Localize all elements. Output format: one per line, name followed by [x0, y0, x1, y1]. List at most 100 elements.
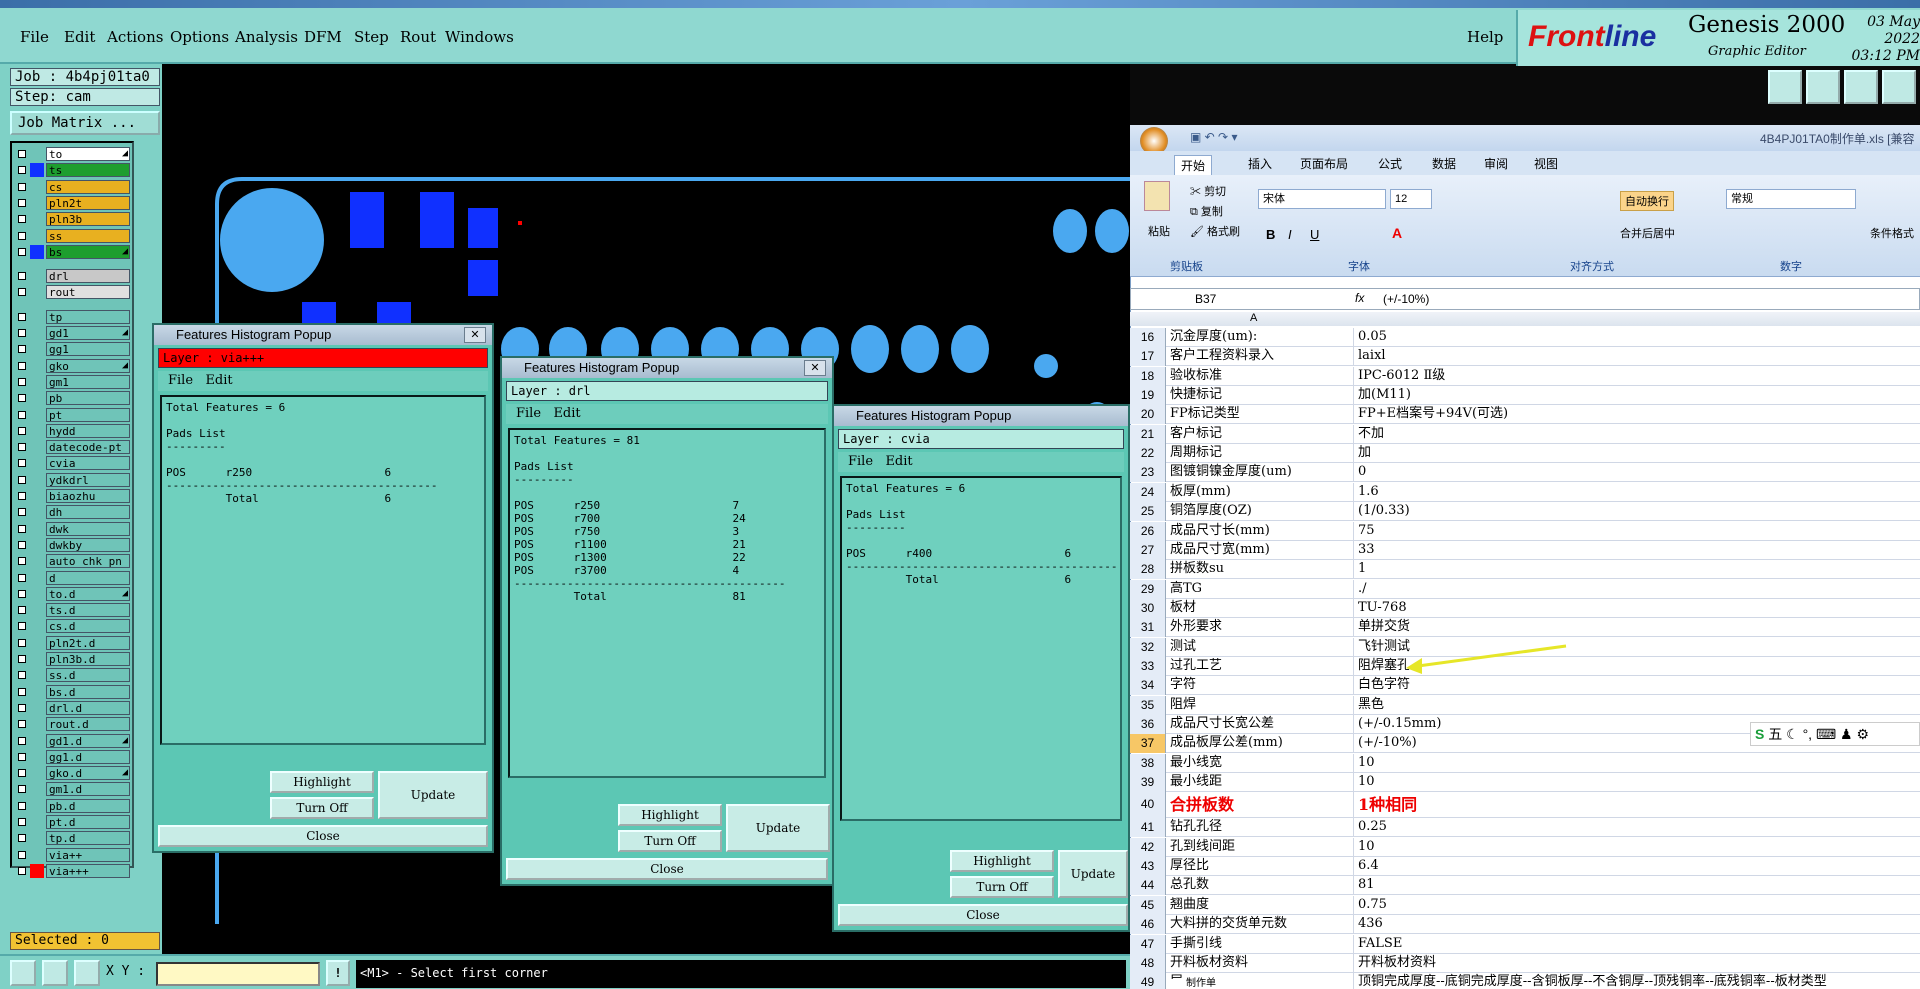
layer-checkbox[interactable]	[18, 638, 26, 647]
sheet-row[interactable]: 20 FP标记类型 FP+E档案号+94V(可选)	[1130, 405, 1920, 425]
layer-checkbox[interactable]	[18, 288, 26, 297]
popup-titlebar[interactable]: Features Histogram Popup ✕	[154, 325, 492, 345]
popup-menu-edit[interactable]: Edit	[205, 373, 232, 388]
layer-checkbox[interactable]	[18, 377, 26, 386]
cell-b[interactable]: ./	[1358, 580, 1918, 598]
row-number[interactable]: 21	[1130, 424, 1166, 444]
layer-name[interactable]: pln2t.d	[46, 635, 130, 650]
layer-row[interactable]: dwkby	[14, 537, 132, 552]
popup-menu-file[interactable]: File	[168, 373, 193, 388]
row-number[interactable]: 27	[1130, 540, 1166, 560]
layer-row[interactable]: via+++	[14, 863, 132, 878]
close-button[interactable]: Close	[838, 904, 1128, 926]
layer-name[interactable]: drl	[46, 269, 130, 284]
cell-b[interactable]: 10	[1358, 838, 1918, 856]
layer-name[interactable]: rout.d	[46, 717, 130, 732]
cell-a[interactable]: 客户标记	[1170, 424, 1354, 444]
layer-checkbox[interactable]	[18, 150, 26, 158]
row-number[interactable]: 41	[1130, 818, 1166, 838]
popup-titlebar[interactable]: Features Histogram Popup ✕	[502, 358, 832, 378]
layer-checkbox[interactable]	[18, 345, 26, 354]
layer-name[interactable]: pt	[46, 407, 130, 422]
row-number[interactable]: 28	[1130, 560, 1166, 580]
cell-b[interactable]: 10	[1358, 773, 1918, 791]
layer-checkbox[interactable]	[18, 231, 26, 240]
cell-a[interactable]: 图镀铜镍金厚度(um)	[1170, 463, 1354, 483]
popup-menu-edit[interactable]: Edit	[553, 406, 580, 421]
update-button[interactable]: Update	[378, 771, 488, 819]
layer-name[interactable]: ydkdrl	[46, 472, 130, 487]
row-number[interactable]: 35	[1130, 695, 1166, 715]
row-number[interactable]: 19	[1130, 386, 1166, 406]
popup-menu-edit[interactable]: Edit	[885, 454, 912, 469]
cell-a[interactable]: 成品尺寸宽(mm)	[1170, 540, 1354, 560]
row-number[interactable]: 42	[1130, 837, 1166, 857]
layer-row[interactable]: drl	[14, 269, 132, 284]
popup-titlebar[interactable]: Features Histogram Popup	[834, 406, 1128, 426]
row-number[interactable]: 30	[1130, 598, 1166, 618]
sheet-row[interactable]: 44 总孔数 81	[1130, 876, 1920, 896]
layer-name[interactable]: pln2t	[46, 195, 130, 210]
cell-a[interactable]: 孔到线间距	[1170, 837, 1354, 857]
layer-row[interactable]: cvia	[14, 456, 132, 471]
tab-insert[interactable]: 插入	[1248, 155, 1272, 172]
font-name-select[interactable]: 宋体	[1258, 189, 1386, 209]
toolbar-upload-icon[interactable]	[1768, 70, 1802, 104]
cell-a[interactable]: 成品板厚公差(mm)	[1170, 734, 1354, 754]
layer-checkbox[interactable]	[18, 524, 26, 533]
layer-checkbox[interactable]	[18, 769, 26, 778]
cell-b[interactable]: 黑色	[1358, 696, 1918, 714]
menu-dfm[interactable]: DFM	[304, 28, 342, 46]
cell-a[interactable]: 验收标准	[1170, 366, 1354, 386]
cell-a[interactable]: 总孔数	[1170, 876, 1354, 896]
layer-row[interactable]: gm1	[14, 374, 132, 389]
layer-checkbox[interactable]	[18, 312, 26, 321]
cell-b[interactable]: laixl	[1358, 347, 1918, 365]
cell-a[interactable]: 板厚(mm)	[1170, 482, 1354, 502]
layer-row[interactable]: ss.d	[14, 668, 132, 683]
cell-a[interactable]: 大料拼的交货单元数	[1170, 915, 1354, 935]
sheet-row[interactable]: 47 手撕引线 FALSE	[1130, 934, 1920, 954]
conditional-format-button[interactable]: 条件格式	[1870, 225, 1914, 241]
layer-row[interactable]: ss	[14, 228, 132, 243]
layer-row[interactable]: pln2t	[14, 195, 132, 210]
cell-a[interactable]: 铜箔厚度(OZ)	[1170, 502, 1354, 522]
cell-b[interactable]: 顶铜完成厚度--底铜完成厚度--含铜板厚--不含铜厚--顶残铜率--底残铜率--…	[1358, 973, 1918, 989]
layer-name[interactable]: gko	[46, 358, 130, 373]
cell-b[interactable]: 436	[1358, 915, 1918, 933]
sheet-row[interactable]: 23 图镀铜镍金厚度(um) 0	[1130, 463, 1920, 483]
layer-list[interactable]: to ◢ ts cs pln2t pln3b ss bs ◢ drl rout tp gd1 ◢ gg1 gk…	[10, 141, 134, 878]
layer-name[interactable]: biaozhu	[46, 489, 130, 503]
layer-name[interactable]: tp	[46, 309, 130, 324]
layer-row[interactable]: pln2t.d	[14, 635, 132, 650]
layer-checkbox[interactable]	[18, 557, 26, 566]
row-number[interactable]: 31	[1130, 618, 1166, 638]
sheet-row[interactable]: 29 高TG ./	[1130, 579, 1920, 599]
turn-off-button[interactable]: Turn Off	[618, 830, 722, 852]
layer-name[interactable]: drl.d	[46, 700, 130, 715]
layer-name[interactable]: gd1.d	[46, 733, 130, 748]
row-number[interactable]: 43	[1130, 857, 1166, 877]
cell-a[interactable]: 高TG	[1170, 579, 1354, 599]
row-number[interactable]: 23	[1130, 463, 1166, 483]
layer-checkbox[interactable]	[18, 589, 26, 598]
layer-row[interactable]: gd1.d ◢	[14, 733, 132, 748]
layer-row[interactable]: pb.d	[14, 798, 132, 813]
cell-a[interactable]: 成品尺寸长(mm)	[1170, 521, 1354, 541]
sheet-row[interactable]: 45 翘曲度 0.75	[1130, 895, 1920, 915]
row-number[interactable]: 16	[1130, 328, 1166, 347]
layer-checkbox[interactable]	[18, 655, 26, 663]
layer-row[interactable]: gg1.d	[14, 749, 132, 764]
layer-name[interactable]: pln3b.d	[46, 652, 130, 666]
layer-row[interactable]: pt.d	[14, 815, 132, 829]
cell-b[interactable]: FALSE	[1358, 935, 1918, 953]
layer-checkbox[interactable]	[18, 866, 26, 875]
cell-b[interactable]: 0	[1358, 463, 1918, 481]
layer-name[interactable]: gko.d	[46, 766, 130, 781]
layer-name[interactable]: ts.d	[46, 603, 130, 618]
sheet-row[interactable]: 24 板厚(mm) 1.6	[1130, 482, 1920, 502]
layer-row[interactable]: dwk	[14, 521, 132, 536]
tab-review[interactable]: 审阅	[1484, 155, 1508, 172]
layer-row[interactable]: cs.d	[14, 619, 132, 634]
layer-row[interactable]: pt	[14, 407, 132, 422]
